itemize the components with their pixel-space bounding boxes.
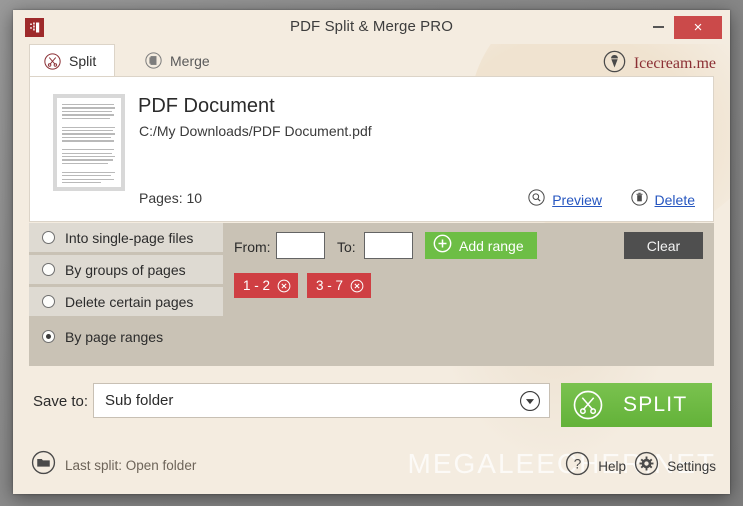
magnifier-icon <box>528 189 545 211</box>
add-range-button[interactable]: Add range <box>425 232 537 259</box>
radio-icon-selected <box>42 330 55 343</box>
help-button[interactable]: ? Help <box>565 451 626 481</box>
chevron-down-circle-icon[interactable] <box>519 390 541 417</box>
close-circle-icon[interactable] <box>277 279 291 293</box>
close-icon: × <box>693 19 703 36</box>
radio-label-delete-certain-pages: Delete certain pages <box>65 293 194 310</box>
close-button[interactable]: × <box>674 16 722 39</box>
save-to-value: Sub folder <box>105 392 174 409</box>
brand-label: Icecream.me <box>633 55 716 72</box>
range-chip[interactable]: 1 - 2 <box>234 273 299 298</box>
gear-icon <box>634 451 659 481</box>
desktop-background: PDF Split & Merge PRO × Split Merge Icec… <box>0 0 743 506</box>
title-bar: PDF Split & Merge PRO × <box>13 10 730 44</box>
range-chip[interactable]: 3 - 7 <box>307 273 372 298</box>
plus-circle-icon <box>433 234 452 258</box>
close-circle-icon[interactable] <box>350 279 364 293</box>
preview-label: Preview <box>552 192 602 208</box>
delete-button[interactable]: Delete <box>630 189 695 211</box>
radio-label-page-ranges: By page ranges <box>65 328 164 345</box>
scissors-icon <box>573 390 603 420</box>
pdf-page-thumbnail <box>53 94 125 191</box>
split-options-area: Into single-page files By groups of page… <box>29 223 714 366</box>
folder-icon <box>31 450 56 480</box>
range-chip-label: 3 - 7 <box>316 278 344 293</box>
range-chip-label: 1 - 2 <box>243 278 271 293</box>
ice-cream-cone-icon <box>603 50 626 78</box>
from-label: From: <box>234 239 271 255</box>
document-pages-count: Pages: 10 <box>139 190 203 206</box>
application-window: PDF Split & Merge PRO × Split Merge Icec… <box>13 10 730 494</box>
radio-by-page-ranges[interactable]: By page ranges <box>29 320 223 353</box>
range-chip-list: 1 - 2 3 - 7 <box>234 273 372 298</box>
document-path: C:/My Downloads/PDF Document.pdf <box>139 123 372 139</box>
radio-delete-certain-pages[interactable]: Delete certain pages <box>29 287 223 316</box>
delete-label: Delete <box>654 192 695 208</box>
split-button-label: SPLIT <box>623 393 688 416</box>
radio-label-single-page-files: Into single-page files <box>65 229 194 246</box>
clear-label: Clear <box>646 237 681 254</box>
trash-icon <box>630 189 648 211</box>
merge-pages-icon <box>145 52 162 69</box>
split-button[interactable]: SPLIT <box>561 383 712 427</box>
status-bar: MEGALEECHER.NET Last split: Open folder … <box>13 438 730 494</box>
from-input[interactable] <box>276 232 325 259</box>
to-input[interactable] <box>364 232 413 259</box>
save-to-label: Save to: <box>33 393 89 410</box>
file-info-panel: PDF Document C:/My Downloads/PDF Documen… <box>29 76 714 222</box>
radio-icon <box>42 263 55 276</box>
settings-button[interactable]: Settings <box>634 451 716 481</box>
page-range-controls: From: To: Add range Clear 1 - 2 3 - 7 <box>223 223 714 366</box>
radio-label-groups-of-pages: By groups of pages <box>65 261 186 278</box>
radio-icon <box>42 231 55 244</box>
help-label: Help <box>598 458 626 474</box>
brand-link[interactable]: Icecream.me <box>603 50 716 78</box>
radio-by-groups-of-pages[interactable]: By groups of pages <box>29 255 223 284</box>
window-title: PDF Split & Merge PRO <box>290 18 453 35</box>
to-label: To: <box>337 239 356 255</box>
radio-into-single-page-files[interactable]: Into single-page files <box>29 223 223 252</box>
split-mode-radio-group: Into single-page files By groups of page… <box>29 223 223 366</box>
tab-merge[interactable]: Merge <box>131 44 228 77</box>
scissors-icon <box>44 52 61 70</box>
preview-button[interactable]: Preview <box>528 189 602 211</box>
tab-split[interactable]: Split <box>29 44 116 77</box>
settings-label: Settings <box>667 458 716 474</box>
save-to-select[interactable]: Sub folder <box>93 383 550 418</box>
tab-merge-label: Merge <box>170 52 210 69</box>
question-circle-icon: ? <box>565 451 590 481</box>
svg-text:?: ? <box>574 457 582 472</box>
radio-icon <box>42 295 55 308</box>
thumbnail-page <box>57 98 121 187</box>
last-split-open-folder-button[interactable]: Last split: Open folder <box>31 450 196 480</box>
minimize-button[interactable] <box>642 10 674 38</box>
document-title: PDF Document <box>138 95 275 117</box>
save-to-row: Save to: Sub folder SPLIT <box>13 366 730 438</box>
clear-button[interactable]: Clear <box>624 232 703 259</box>
tab-split-label: Split <box>69 53 97 69</box>
last-split-label: Last split: Open folder <box>65 457 197 473</box>
add-range-label: Add range <box>459 237 524 254</box>
minimize-icon <box>652 26 664 28</box>
